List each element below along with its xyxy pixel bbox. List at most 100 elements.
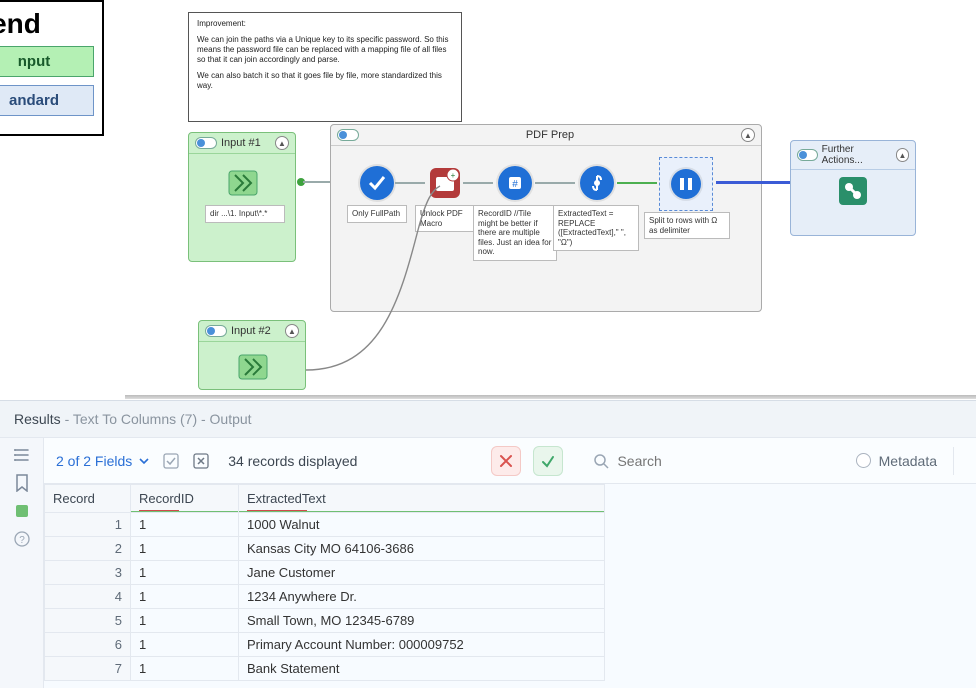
text-to-columns-icon (678, 176, 694, 192)
tool-record-id[interactable]: # RecordID //Tile might be better if the… (495, 163, 535, 203)
tool-label: Only FullPath (347, 205, 407, 223)
record-id-icon: # (506, 174, 524, 192)
container-header[interactable]: PDF Prep ▲ (331, 125, 761, 146)
container-pdf-prep[interactable]: PDF Prep ▲ Only FullPath + Unlock PDF Ma… (330, 124, 762, 312)
results-gutter: ? (0, 438, 44, 688)
help-icon[interactable]: ? (13, 530, 31, 548)
metadata-label: Metadata (879, 453, 937, 469)
connector[interactable] (617, 182, 657, 184)
cancel-box-icon[interactable] (192, 452, 210, 470)
workflow-canvas[interactable]: gend nput andard Improvement: We can joi… (0, 0, 976, 398)
cell-record-num: 6 (45, 633, 131, 657)
formula-icon (588, 174, 606, 192)
table-row[interactable]: 411234 Anywhere Dr. (45, 585, 605, 609)
search-input[interactable] (617, 453, 777, 469)
cell-record-num: 3 (45, 561, 131, 585)
cell-extractedtext: Jane Customer (239, 561, 605, 585)
svg-text:?: ? (19, 535, 25, 546)
cell-recordid: 1 (131, 537, 239, 561)
results-sub-label: - Text To Columns (7) - Output (61, 411, 252, 427)
toggle-icon[interactable] (195, 137, 217, 149)
comment-heading: Improvement: (197, 19, 453, 29)
container-title: Further Actions... (822, 144, 892, 166)
connector[interactable] (395, 182, 425, 184)
results-grid-scroll[interactable]: Record RecordID ExtractedText 111000 Wal… (44, 484, 976, 681)
checklist-icon[interactable] (162, 452, 180, 470)
output-anchor-icon[interactable] (13, 502, 31, 520)
col-header-record[interactable]: Record (45, 485, 131, 513)
legend-chip-input: nput (0, 46, 94, 77)
x-icon (499, 454, 513, 468)
table-row[interactable]: 111000 Walnut (45, 513, 605, 537)
chevron-down-icon (138, 455, 150, 467)
tool-label: Split to rows with Ω as delimiter (644, 212, 730, 239)
container-title: Input #1 (221, 137, 261, 149)
accept-button[interactable] (533, 446, 563, 476)
container-header[interactable]: Input #1 ▲ (189, 133, 295, 154)
tool-label: ExtractedText = REPLACE ([ExtractedText]… (553, 205, 639, 251)
container-further-actions[interactable]: Further Actions... ▲ (790, 140, 916, 236)
legend-box: gend nput andard (0, 0, 104, 136)
table-row[interactable]: 31Jane Customer (45, 561, 605, 585)
results-table: Record RecordID ExtractedText 111000 Wal… (44, 484, 605, 681)
container-title: Input #2 (231, 325, 271, 337)
comment-box[interactable]: Improvement: We can join the paths via a… (188, 12, 462, 122)
collapse-button[interactable]: ▲ (741, 128, 755, 142)
results-grid-area: 2 of 2 Fields 34 records displayed (44, 438, 976, 688)
legend-title: gend (0, 8, 94, 40)
col-header-recordid[interactable]: RecordID (131, 485, 239, 513)
container-header[interactable]: Further Actions... ▲ (791, 141, 915, 170)
cell-recordid: 1 (131, 585, 239, 609)
tool-label: Unlock PDF Macro (415, 205, 475, 232)
tool-directory-input[interactable]: dir ...\1. Input\*.* (223, 163, 263, 203)
tool-directory-input-2[interactable] (233, 347, 273, 387)
cell-recordid: 1 (131, 657, 239, 681)
tool-unlock-pdf-macro[interactable]: + Unlock PDF Macro (425, 163, 465, 203)
collapse-button[interactable]: ▲ (896, 148, 909, 162)
search-box[interactable] (593, 453, 777, 469)
list-icon[interactable] (13, 446, 31, 464)
connector[interactable] (716, 181, 790, 184)
fields-dropdown[interactable]: 2 of 2 Fields (56, 453, 150, 469)
select-icon (368, 174, 386, 192)
col-header-extractedtext[interactable]: ExtractedText (239, 485, 605, 513)
separator (953, 447, 954, 475)
results-title-bar: Results - Text To Columns (7) - Output (0, 401, 976, 438)
tool-browse[interactable] (833, 171, 873, 211)
cell-recordid: 1 (131, 633, 239, 657)
table-row[interactable]: 21Kansas City MO 64106-3686 (45, 537, 605, 561)
check-icon (541, 454, 555, 468)
toggle-icon[interactable] (337, 129, 359, 141)
collapse-button[interactable]: ▲ (285, 324, 299, 338)
connector[interactable] (463, 182, 493, 184)
fields-label: 2 of 2 Fields (56, 453, 132, 469)
container-header[interactable]: Input #2 ▲ (199, 321, 305, 342)
cell-extractedtext: Kansas City MO 64106-3686 (239, 537, 605, 561)
table-row[interactable]: 51Small Town, MO 12345-6789 (45, 609, 605, 633)
metadata-toggle[interactable]: Metadata (856, 447, 964, 475)
table-row[interactable]: 71Bank Statement (45, 657, 605, 681)
comment-p1: We can join the paths via a Unique key t… (197, 35, 453, 65)
cell-extractedtext: Bank Statement (239, 657, 605, 681)
panel-divider[interactable] (125, 395, 976, 399)
comment-p2: We can also batch it so that it goes fil… (197, 71, 453, 91)
directory-icon (235, 349, 271, 385)
collapse-button[interactable]: ▲ (275, 136, 289, 150)
directory-icon (225, 165, 261, 201)
cell-recordid: 1 (131, 513, 239, 537)
container-input1[interactable]: Input #1 ▲ dir ...\1. Input\*.* (188, 132, 296, 262)
tool-select[interactable]: Only FullPath (357, 163, 397, 203)
table-row[interactable]: 61Primary Account Number: 000009752 (45, 633, 605, 657)
tool-text-to-columns[interactable]: Split to rows with Ω as delimiter (659, 157, 713, 211)
tool-formula[interactable]: ExtractedText = REPLACE ([ExtractedText]… (577, 163, 617, 203)
cell-extractedtext: Small Town, MO 12345-6789 (239, 609, 605, 633)
container-input2[interactable]: Input #2 ▲ (198, 320, 306, 390)
reject-button[interactable] (491, 446, 521, 476)
connector[interactable] (535, 182, 575, 184)
bookmark-icon[interactable] (13, 474, 31, 492)
cell-record-num: 1 (45, 513, 131, 537)
svg-text:+: + (451, 171, 456, 180)
toggle-icon[interactable] (205, 325, 227, 337)
container-title: PDF Prep (363, 129, 737, 141)
toggle-icon[interactable] (797, 149, 818, 161)
